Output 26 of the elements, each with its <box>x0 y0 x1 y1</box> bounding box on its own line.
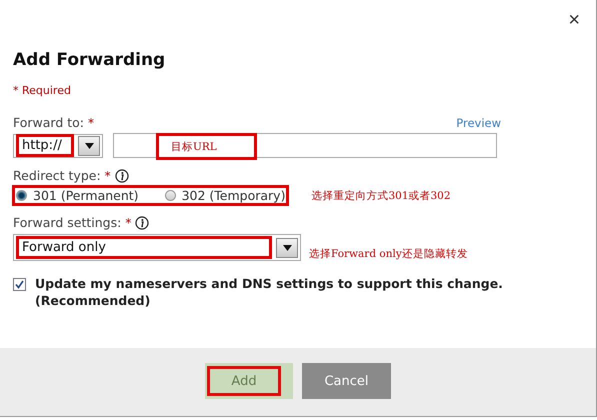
checkbox-label: Update my nameservers and DNS settings to support this change. (Recommended) <box>35 275 504 309</box>
protocol-select[interactable]: http:// <box>13 134 103 158</box>
required-note: * Required <box>13 84 72 97</box>
caret-icon <box>282 244 292 250</box>
info-icon[interactable] <box>114 168 129 182</box>
close-button[interactable]: × <box>568 9 580 31</box>
dialog-title: Add Forwarding <box>13 50 166 70</box>
annotation-note: 选择Forward only还是隐藏转发 <box>309 247 468 261</box>
radio-label: 302 (Temporary) <box>182 188 286 203</box>
radio-button[interactable] <box>164 190 176 201</box>
checkbox[interactable] <box>13 278 26 291</box>
radio-label: 301 (Permanent) <box>33 188 139 203</box>
caret-icon <box>84 142 94 148</box>
preview-link[interactable]: Preview <box>456 116 501 130</box>
forward-settings-select[interactable]: Forward only <box>13 234 301 261</box>
required-mark: * <box>88 116 94 130</box>
info-icon[interactable] <box>135 216 150 230</box>
annotation-note: 选择重定向方式301或者302 <box>311 188 451 202</box>
required-mark: * <box>125 216 132 230</box>
field-label: Redirect type: <box>13 168 101 183</box>
radio-button[interactable] <box>16 190 27 201</box>
field-label: Forward settings: <box>13 215 122 230</box>
check-icon <box>15 280 24 289</box>
required-mark: * <box>104 168 111 182</box>
field-label: Forward to: <box>13 115 84 130</box>
annotation-note: 目标URL <box>156 133 257 160</box>
